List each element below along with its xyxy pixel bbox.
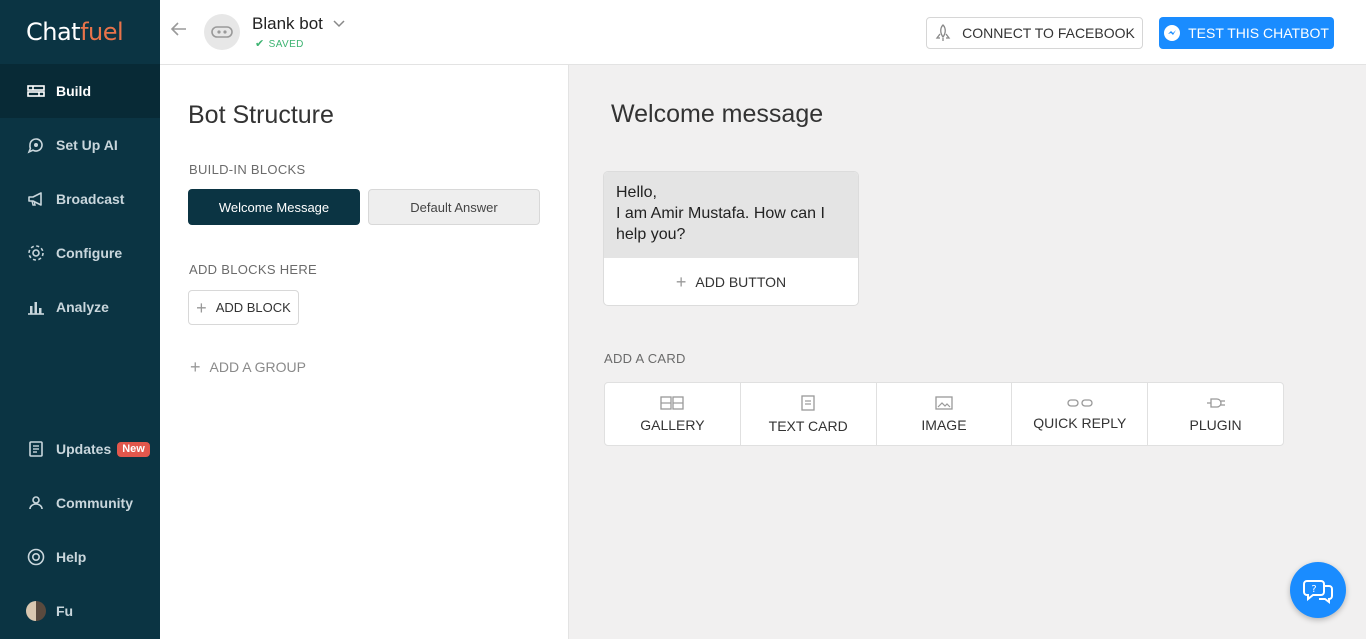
card-option-label: GALLERY <box>640 416 705 433</box>
help-chat-icon: ? <box>1303 580 1333 604</box>
bot-avatar[interactable] <box>204 14 240 50</box>
chevron-down-icon[interactable] <box>332 16 346 30</box>
gear-icon <box>26 243 46 263</box>
messenger-icon <box>1164 25 1181 41</box>
sidebar-item-analyze[interactable]: Analyze <box>0 280 160 334</box>
quick-reply-icon <box>1067 398 1093 407</box>
bot-structure-panel: Bot Structure BUILD-IN BLOCKS Welcome Me… <box>160 65 569 639</box>
sidebar-item-label: Community <box>56 495 133 511</box>
card-type-selector: GALLERY TEXT CARD IMAGE QUICK REPLY PLUG… <box>604 382 1284 446</box>
plus-icon: + <box>675 272 687 292</box>
help-chat-button[interactable]: ? <box>1290 562 1346 618</box>
card-option-label: QUICK REPLY <box>1033 414 1127 431</box>
text-message-card: Hello, I am Amir Mustafa. How can I help… <box>603 171 859 306</box>
new-badge: New <box>117 441 150 457</box>
quick-reply-card-option[interactable]: QUICK REPLY <box>1012 383 1149 445</box>
card-option-label: PLUGIN <box>1189 416 1242 433</box>
gallery-icon <box>660 395 685 410</box>
gallery-card-option[interactable]: GALLERY <box>605 383 741 445</box>
sidebar-item-set-up-ai[interactable]: Set Up AI <box>0 118 160 172</box>
connect-label: CONNECT TO FACEBOOK <box>962 25 1135 41</box>
add-block-button[interactable]: + ADD BLOCK <box>188 290 299 325</box>
bot-structure-title: Bot Structure <box>188 101 334 129</box>
test-label: TEST THIS CHATBOT <box>1188 25 1329 41</box>
sidebar-item-label: Broadcast <box>56 191 125 207</box>
plugin-icon <box>1206 397 1225 408</box>
sidebar-item-label: Help <box>56 549 87 565</box>
ai-icon <box>26 135 46 155</box>
saved-label: SAVED <box>268 39 304 50</box>
logo-text-chat: Chat <box>26 18 81 46</box>
sidebar-item-configure[interactable]: Configure <box>0 226 160 280</box>
saved-status: ✔ SAVED <box>255 37 304 50</box>
chatfuel-logo[interactable]: Chatfuel <box>26 18 124 46</box>
text-card-icon <box>801 394 815 411</box>
community-icon <box>26 493 46 513</box>
megaphone-icon <box>26 189 46 209</box>
add-blocks-label: ADD BLOCKS HERE <box>189 262 318 277</box>
robot-icon <box>211 26 233 38</box>
bot-name[interactable]: Blank bot <box>252 14 323 34</box>
sidebar-item-updates[interactable]: Updates New <box>0 422 160 476</box>
add-group-button[interactable]: + ADD A GROUP <box>190 357 306 377</box>
add-group-label: ADD A GROUP <box>209 359 306 375</box>
lifebuoy-icon <box>26 547 46 567</box>
sidebar-item-community[interactable]: Community <box>0 476 160 530</box>
sidebar-item-label: Build <box>56 83 91 99</box>
updates-icon <box>26 439 46 459</box>
plus-icon: + <box>190 357 201 377</box>
sidebar-item-label: Set Up AI <box>56 137 118 153</box>
top-bar: Blank bot ✔ SAVED CONNECT TO FACEBOOK TES… <box>160 0 1366 65</box>
welcome-message-title: Welcome message <box>611 100 824 128</box>
sidebar-item-label: Fu <box>56 603 74 619</box>
add-button-label: ADD BUTTON <box>695 274 787 290</box>
plus-icon: + <box>196 297 207 318</box>
add-button-button[interactable]: + ADD BUTTON <box>604 258 858 305</box>
check-icon: ✔ <box>255 38 265 50</box>
add-a-card-label: ADD A CARD <box>604 351 686 366</box>
card-option-label: IMAGE <box>921 416 967 433</box>
welcome-message-block[interactable]: Welcome Message <box>188 189 360 225</box>
sidebar-item-profile[interactable]: Fu <box>0 584 160 638</box>
bar-chart-icon <box>26 297 46 317</box>
sidebar: Chatfuel Build Set Up AI Broadcast Confi… <box>0 0 160 639</box>
message-text[interactable]: Hello, I am Amir Mustafa. How can I help… <box>604 172 858 258</box>
rocket-icon <box>935 24 951 41</box>
text-card-option[interactable]: TEXT CARD <box>741 383 877 445</box>
sidebar-item-label: Configure <box>56 245 123 261</box>
plugin-card-option[interactable]: PLUGIN <box>1148 383 1283 445</box>
user-avatar <box>26 601 46 621</box>
sidebar-item-help[interactable]: Help <box>0 530 160 584</box>
sidebar-item-label: Updates <box>56 441 112 457</box>
image-icon <box>935 395 953 410</box>
svg-text:?: ? <box>1311 584 1316 595</box>
logo-text-fuel: fuel <box>80 18 124 46</box>
sidebar-item-build[interactable]: Build <box>0 64 160 118</box>
back-arrow-icon[interactable] <box>170 20 192 42</box>
test-this-chatbot-button[interactable]: TEST THIS CHATBOT <box>1159 17 1334 49</box>
connect-to-facebook-button[interactable]: CONNECT TO FACEBOOK <box>926 17 1143 49</box>
default-answer-block[interactable]: Default Answer <box>368 189 540 225</box>
builtin-blocks-label: BUILD-IN BLOCKS <box>189 162 306 177</box>
image-card-option[interactable]: IMAGE <box>877 383 1013 445</box>
sidebar-item-label: Analyze <box>56 299 109 315</box>
sidebar-item-broadcast[interactable]: Broadcast <box>0 172 160 226</box>
add-block-label: ADD BLOCK <box>215 300 291 315</box>
card-option-label: TEXT CARD <box>768 417 848 434</box>
build-icon <box>26 81 46 101</box>
